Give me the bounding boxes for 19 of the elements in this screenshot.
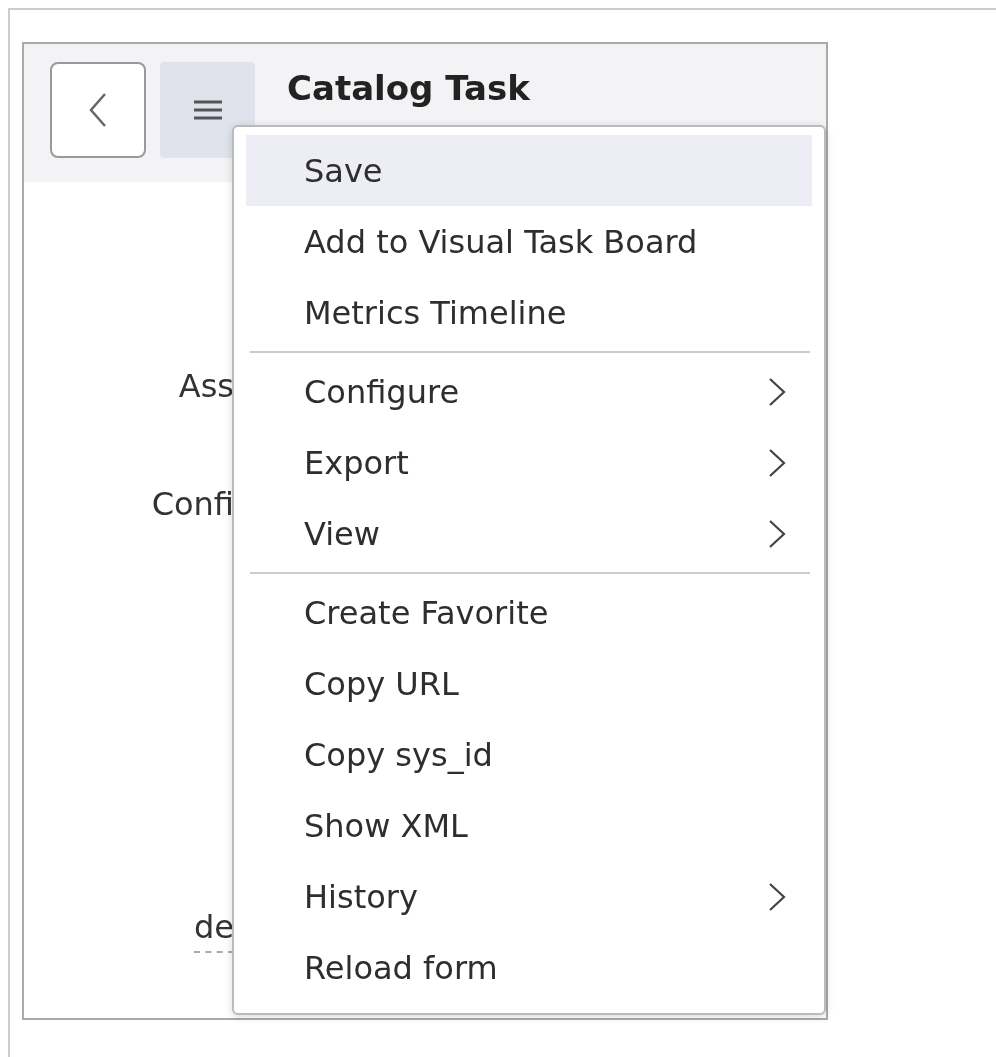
menu-item[interactable]: Metrics Timeline <box>246 277 812 348</box>
back-icon <box>88 92 108 128</box>
back-button[interactable] <box>50 62 146 158</box>
menu-item[interactable]: View <box>246 498 812 569</box>
menu-item[interactable]: Copy sys_id <box>246 719 812 790</box>
menu-item[interactable]: History <box>246 861 812 932</box>
menu-item[interactable]: Add to Visual Task Board <box>246 206 812 277</box>
menu-item[interactable]: Show XML <box>246 790 812 861</box>
menu-item[interactable]: Copy URL <box>246 648 812 719</box>
menu-icon <box>192 100 223 120</box>
field-label: Ass <box>177 366 234 407</box>
menu-button[interactable] <box>160 62 255 158</box>
menu-item[interactable]: Export <box>246 427 812 498</box>
menu-item[interactable]: Create Favorite <box>246 577 812 648</box>
field-label: Confi <box>150 484 234 525</box>
menu-item[interactable]: Configure <box>246 356 812 427</box>
menu-item[interactable]: Save <box>246 135 812 206</box>
form-title: Catalog Task <box>287 68 530 109</box>
menu-item[interactable]: Reload form <box>246 932 812 1003</box>
